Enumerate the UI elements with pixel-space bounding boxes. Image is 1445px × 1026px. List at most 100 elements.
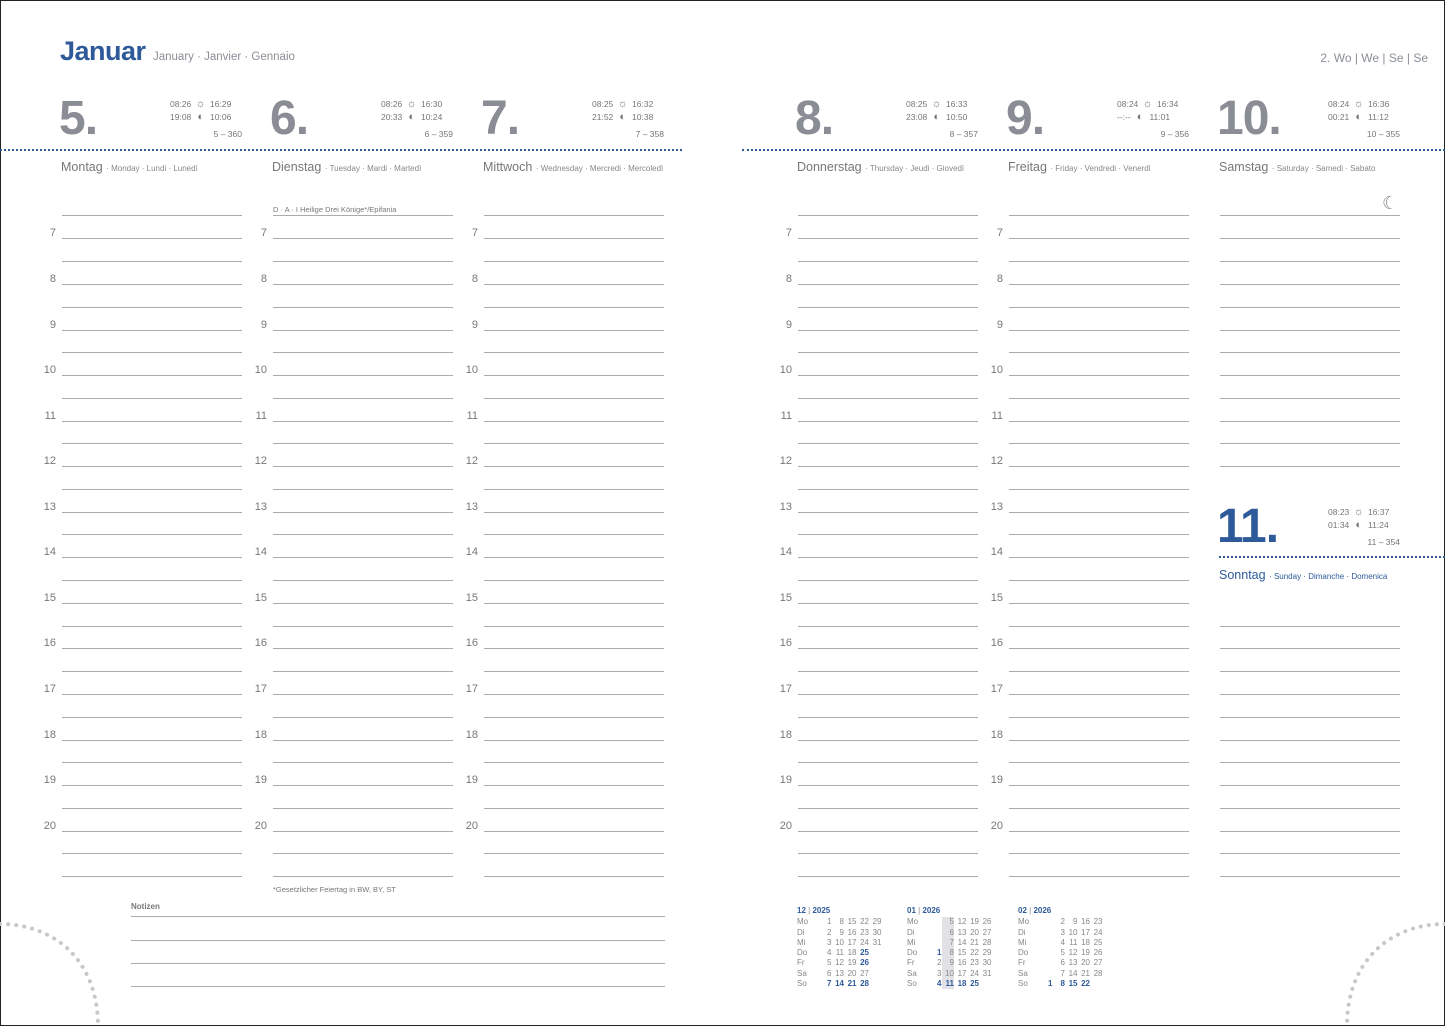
planner-line[interactable]: [798, 330, 978, 331]
planner-line[interactable]: [1009, 307, 1189, 308]
planner-line[interactable]: [484, 762, 664, 763]
planner-line[interactable]: [273, 626, 453, 627]
planner-line[interactable]: [62, 603, 242, 604]
planner-line[interactable]: [273, 238, 453, 239]
planner-line[interactable]: [1009, 512, 1189, 513]
planner-line[interactable]: [1009, 421, 1189, 422]
planner-line[interactable]: [1220, 785, 1400, 786]
planner-line[interactable]: [273, 740, 453, 741]
planner-line[interactable]: [484, 694, 664, 695]
planner-line[interactable]: [484, 534, 664, 535]
planner-line[interactable]: [1009, 398, 1189, 399]
planner-line[interactable]: [798, 762, 978, 763]
planner-line[interactable]: [1220, 853, 1400, 854]
planner-line[interactable]: [798, 831, 978, 832]
planner-line[interactable]: [273, 694, 453, 695]
planner-line[interactable]: [1009, 489, 1189, 490]
planner-line[interactable]: [484, 831, 664, 832]
planner-line[interactable]: [484, 512, 664, 513]
planner-line[interactable]: [1220, 215, 1400, 216]
notes-line[interactable]: [131, 986, 665, 987]
planner-line[interactable]: [1009, 580, 1189, 581]
planner-line[interactable]: [1009, 671, 1189, 672]
planner-line[interactable]: [62, 762, 242, 763]
planner-line[interactable]: [62, 694, 242, 695]
planner-line[interactable]: [62, 580, 242, 581]
planner-line[interactable]: [1009, 626, 1189, 627]
planner-line[interactable]: [1009, 534, 1189, 535]
planner-line[interactable]: [1220, 307, 1400, 308]
planner-line[interactable]: [484, 853, 664, 854]
planner-line[interactable]: [1220, 717, 1400, 718]
planner-line[interactable]: [1220, 876, 1400, 877]
planner-line[interactable]: [62, 648, 242, 649]
planner-line[interactable]: [273, 512, 453, 513]
planner-line[interactable]: [484, 626, 664, 627]
planner-line[interactable]: [484, 489, 664, 490]
planner-line[interactable]: [798, 626, 978, 627]
planner-line[interactable]: [273, 330, 453, 331]
planner-line[interactable]: [798, 512, 978, 513]
planner-line[interactable]: [62, 534, 242, 535]
planner-line[interactable]: [1220, 626, 1400, 627]
planner-line[interactable]: [62, 284, 242, 285]
planner-line[interactable]: [62, 352, 242, 353]
planner-line[interactable]: [62, 671, 242, 672]
planner-line[interactable]: [1220, 261, 1400, 262]
planner-line[interactable]: [273, 443, 453, 444]
planner-line[interactable]: [273, 466, 453, 467]
planner-line[interactable]: [798, 717, 978, 718]
planner-line[interactable]: [484, 557, 664, 558]
planner-line[interactable]: [273, 603, 453, 604]
notes-line[interactable]: [131, 916, 665, 917]
planner-line[interactable]: [484, 671, 664, 672]
planner-line[interactable]: [484, 740, 664, 741]
planner-line[interactable]: [798, 261, 978, 262]
planner-line[interactable]: [484, 466, 664, 467]
planner-line[interactable]: [62, 626, 242, 627]
planner-line[interactable]: [484, 307, 664, 308]
planner-line[interactable]: [1009, 375, 1189, 376]
planner-line[interactable]: [273, 352, 453, 353]
planner-line[interactable]: [1009, 215, 1189, 216]
planner-line[interactable]: [1009, 762, 1189, 763]
planner-line[interactable]: [798, 375, 978, 376]
planner-line[interactable]: [1220, 330, 1400, 331]
planner-line[interactable]: [484, 421, 664, 422]
planner-line[interactable]: [484, 785, 664, 786]
planner-line[interactable]: [273, 307, 453, 308]
planner-line[interactable]: [484, 603, 664, 604]
planner-line[interactable]: [1009, 876, 1189, 877]
planner-line[interactable]: [798, 238, 978, 239]
planner-line[interactable]: [273, 671, 453, 672]
planner-line[interactable]: [1009, 717, 1189, 718]
planner-line[interactable]: [1009, 853, 1189, 854]
planner-line[interactable]: [62, 443, 242, 444]
planner-line[interactable]: [798, 580, 978, 581]
planner-line[interactable]: [484, 238, 664, 239]
planner-line[interactable]: [273, 762, 453, 763]
planner-line[interactable]: [798, 853, 978, 854]
planner-line[interactable]: [484, 876, 664, 877]
planner-line[interactable]: [798, 284, 978, 285]
planner-line[interactable]: [798, 215, 978, 216]
planner-line[interactable]: [273, 853, 453, 854]
planner-line[interactable]: [273, 557, 453, 558]
planner-line[interactable]: [273, 876, 453, 877]
planner-line[interactable]: [1009, 785, 1189, 786]
planner-line[interactable]: [484, 580, 664, 581]
planner-line[interactable]: [484, 352, 664, 353]
planner-line[interactable]: [1220, 762, 1400, 763]
planner-line[interactable]: [1009, 238, 1189, 239]
notes-line[interactable]: [131, 940, 665, 941]
planner-line[interactable]: [1220, 694, 1400, 695]
planner-line[interactable]: [273, 831, 453, 832]
planner-line[interactable]: [62, 215, 242, 216]
planner-line[interactable]: [1220, 398, 1400, 399]
planner-line[interactable]: [62, 330, 242, 331]
planner-line[interactable]: [1220, 352, 1400, 353]
planner-line[interactable]: [62, 785, 242, 786]
planner-line[interactable]: [62, 831, 242, 832]
planner-line[interactable]: [273, 375, 453, 376]
planner-line[interactable]: [1009, 740, 1189, 741]
